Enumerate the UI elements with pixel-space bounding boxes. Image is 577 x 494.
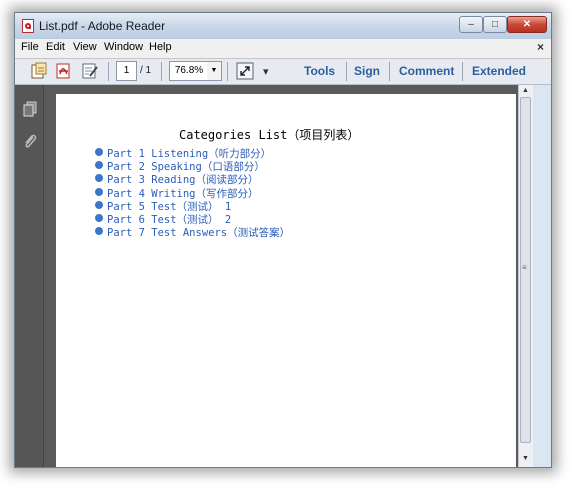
close-document-icon[interactable]: × [537,40,544,54]
sign-button[interactable]: Sign [354,64,380,78]
document-title: Categories List（项目列表） [179,128,360,142]
scroll-up-arrow[interactable]: ▲ [522,87,529,94]
menu-view[interactable]: View [73,41,97,53]
scroll-grip-icon: ≡ [522,263,527,272]
app-window: List.pdf - Adobe Reader – □ ✕ File Edit … [14,12,552,468]
list-item-part-6[interactable]: Part 6 Test（测试） 2 [94,212,290,226]
acrobat-pdf-icon[interactable] [55,62,73,80]
toolbar-separator [346,62,347,81]
fullscreen-icon[interactable] [236,62,254,80]
page-count: / 1 [140,65,152,76]
tools-button[interactable]: Tools [304,64,335,78]
attachment-icon[interactable] [22,133,38,156]
list-item-part-5[interactable]: Part 5 Test（测试） 1 [94,199,290,213]
comment-button[interactable]: Comment [399,64,454,78]
list-item-part-4[interactable]: Part 4 Writing（写作部分） [94,186,290,200]
window-title: List.pdf - Adobe Reader [39,19,166,33]
toolbar-separator [389,62,390,81]
more-tools-dropdown-icon[interactable]: ▾ [263,65,269,78]
list-item-part-7[interactable]: Part 7 Test Answers（测试答案） [94,225,290,239]
create-pdf-icon[interactable] [30,62,48,80]
pages-icon[interactable] [22,101,38,122]
navigation-panel [15,85,44,467]
toolbar: 1 / 1 76.8% ▼ ▾ Tools Sign Comment Exten… [15,59,551,85]
scroll-down-arrow[interactable]: ▼ [522,455,529,462]
list-item-part-3[interactable]: Part 3 Reading（阅读部分） [94,172,290,186]
title-bar[interactable]: List.pdf - Adobe Reader – □ ✕ [15,13,551,39]
page-number-input[interactable]: 1 [116,61,137,81]
zoom-input[interactable]: 76.8% [169,61,209,81]
zoom-dropdown-button[interactable]: ▼ [207,61,222,81]
menu-file[interactable]: File [21,41,39,53]
toolbar-separator [108,62,109,81]
list-item-part-2[interactable]: Part 2 Speaking（口语部分） [94,159,290,173]
close-button[interactable]: ✕ [507,16,547,33]
pdf-file-icon [22,19,34,33]
menu-help[interactable]: Help [149,41,172,53]
edit-document-icon[interactable] [81,62,99,80]
menu-edit[interactable]: Edit [46,41,65,53]
toolbar-separator [161,62,162,81]
list-item-part-1[interactable]: Part 1 Listening（听力部分） [94,146,290,160]
toolbar-separator [462,62,463,81]
extended-button[interactable]: Extended [472,64,526,78]
toolbar-separator [227,62,228,81]
minimize-button[interactable]: – [459,16,483,33]
maximize-button[interactable]: □ [483,16,507,33]
menu-window[interactable]: Window [104,41,143,53]
menu-bar: File Edit View Window Help × [15,39,551,59]
vertical-scrollbar[interactable]: ▲ ≡ ▼ [518,85,533,467]
category-list: Part 1 Listening（听力部分） Part 2 Speaking（口… [94,146,290,239]
